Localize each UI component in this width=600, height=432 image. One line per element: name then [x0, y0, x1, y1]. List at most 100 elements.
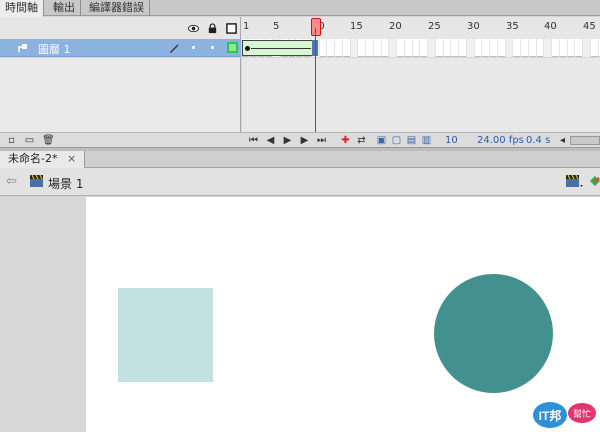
- center-frame-icon[interactable]: ✚: [340, 135, 351, 146]
- delete-layer-icon[interactable]: 🗑: [42, 135, 55, 146]
- frame-cell[interactable]: [350, 39, 359, 57]
- frame-cell[interactable]: [366, 39, 374, 57]
- new-folder-icon[interactable]: ▭: [24, 135, 35, 146]
- tab-compiler-errors[interactable]: 編譯器錯誤: [84, 0, 150, 16]
- frame-cell[interactable]: [358, 39, 366, 57]
- circle-shape[interactable]: [434, 274, 553, 393]
- frame-cell[interactable]: [420, 39, 428, 57]
- frame-cell[interactable]: [436, 39, 444, 57]
- frame-cell[interactable]: [327, 39, 335, 57]
- playhead-handle[interactable]: [311, 18, 321, 36]
- eye-icon[interactable]: [188, 23, 199, 34]
- frame-cell[interactable]: [320, 39, 328, 57]
- onion-skin-outline-icon[interactable]: ▢: [391, 135, 402, 146]
- outline-toggle-icon[interactable]: [226, 23, 237, 34]
- frame-cell[interactable]: [405, 39, 413, 57]
- modify-markers-icon[interactable]: ▥: [421, 135, 432, 146]
- timeline-toolbar: ▫ ▭ 🗑 ⏮ ◀ ▶ ▶ ⏭ ✚ ⇄ ▣ ▢ ▤ ▥ 10 24.00 fps…: [0, 132, 600, 148]
- document-tab-title: 未命名-2*: [8, 152, 58, 165]
- frame-area: [242, 58, 600, 132]
- ruler-label: 45: [583, 21, 596, 32]
- frame-cell[interactable]: [397, 39, 405, 57]
- onion-skin-icon[interactable]: ▣: [376, 135, 387, 146]
- ithome-logo: IT邦 幫忙: [533, 402, 596, 428]
- new-layer-icon[interactable]: ▫: [6, 135, 17, 146]
- timeline-header: 1 5 10 15 20 25 30 35 40 45: [0, 17, 600, 39]
- frame-cell[interactable]: [428, 39, 436, 57]
- frame-strip[interactable]: [242, 39, 600, 57]
- scroll-left-icon[interactable]: ◂: [557, 135, 568, 146]
- frame-cell[interactable]: [389, 39, 397, 57]
- back-arrow-icon[interactable]: ⇦: [6, 174, 17, 189]
- frame-cell[interactable]: [451, 39, 459, 57]
- frame-cell[interactable]: [335, 39, 343, 57]
- step-back-icon[interactable]: ◀: [265, 135, 276, 146]
- frame-cell[interactable]: [560, 39, 568, 57]
- ruler-label: 40: [544, 21, 557, 32]
- ruler-label: 30: [467, 21, 480, 32]
- frame-cell[interactable]: [466, 39, 475, 57]
- close-icon[interactable]: ×: [67, 152, 76, 165]
- loop-icon[interactable]: ⇄: [356, 135, 367, 146]
- panel-tab-bar: 時間軸 輸出 編譯器錯誤: [0, 0, 600, 17]
- layer-header: [0, 17, 241, 39]
- scene-breadcrumb[interactable]: 場景 1: [48, 175, 83, 192]
- frame-cell[interactable]: [482, 39, 490, 57]
- elapsed-time-readout: 0.4 s: [526, 135, 551, 146]
- frame-cell[interactable]: [521, 39, 529, 57]
- horizontal-scrollbar[interactable]: [570, 136, 600, 145]
- motion-tween-span[interactable]: [242, 40, 314, 56]
- frame-cell[interactable]: [583, 39, 591, 57]
- go-first-frame-icon[interactable]: ⏮: [248, 135, 259, 146]
- ruler-label: 20: [389, 21, 402, 32]
- lock-icon[interactable]: [207, 23, 218, 34]
- frame-cell[interactable]: [575, 39, 583, 57]
- step-forward-icon[interactable]: ▶: [299, 135, 310, 146]
- frame-rate-readout[interactable]: 24.00 fps: [477, 135, 524, 146]
- frame-cell[interactable]: [513, 39, 521, 57]
- layer-list-area: [0, 58, 241, 132]
- keyframe-dot[interactable]: [245, 46, 250, 51]
- square-shape[interactable]: [118, 288, 213, 382]
- edit-symbols-icon[interactable]: [588, 173, 600, 189]
- frame-cell[interactable]: [544, 39, 552, 57]
- frame-cell[interactable]: [343, 39, 351, 57]
- lock-dot[interactable]: [211, 46, 214, 49]
- document-tab[interactable]: 未命名-2* ×: [0, 151, 86, 168]
- layer-name[interactable]: 圖層 1: [38, 41, 71, 57]
- tab-output[interactable]: 輸出: [48, 0, 81, 16]
- edit-multiple-frames-icon[interactable]: ▤: [406, 135, 417, 146]
- play-icon[interactable]: ▶: [282, 135, 293, 146]
- current-frame-readout[interactable]: 10: [445, 135, 458, 146]
- layer-icon: [18, 44, 27, 52]
- tab-timeline[interactable]: 時間軸: [0, 0, 44, 17]
- layer-outline-color-swatch[interactable]: [227, 42, 238, 53]
- pencil-icon: [170, 44, 179, 53]
- document-tab-bar: 未命名-2* ×: [0, 151, 600, 168]
- frame-cell[interactable]: [490, 39, 498, 57]
- frame-cell[interactable]: [552, 39, 560, 57]
- go-last-frame-icon[interactable]: ⏭: [316, 135, 327, 146]
- playhead-line: [315, 28, 316, 132]
- tween-arrow: [251, 48, 311, 49]
- frame-cell[interactable]: [537, 39, 545, 57]
- frame-cell[interactable]: [475, 39, 483, 57]
- frame-cell[interactable]: [568, 39, 576, 57]
- frame-ruler[interactable]: 1 5 10 15 20 25 30 35 40 45: [242, 17, 600, 39]
- frame-cell[interactable]: [505, 39, 514, 57]
- frame-cell[interactable]: [382, 39, 390, 57]
- frame-cell[interactable]: [374, 39, 382, 57]
- ruler-label: 5: [273, 21, 280, 32]
- frame-cell[interactable]: [591, 39, 599, 57]
- frame-cell[interactable]: [498, 39, 506, 57]
- frame-cell[interactable]: [444, 39, 452, 57]
- edit-bar: ⇦ 場景 1: [0, 168, 600, 196]
- edit-scene-icon[interactable]: [565, 174, 583, 189]
- visibility-dot[interactable]: [192, 46, 195, 49]
- logo-subtext: 幫忙: [573, 408, 591, 420]
- frame-cell[interactable]: [529, 39, 537, 57]
- frame-cell[interactable]: [459, 39, 467, 57]
- ruler-label: 1: [243, 21, 250, 32]
- frame-cell[interactable]: [413, 39, 421, 57]
- layer-row-1[interactable]: 圖層 1: [0, 39, 241, 57]
